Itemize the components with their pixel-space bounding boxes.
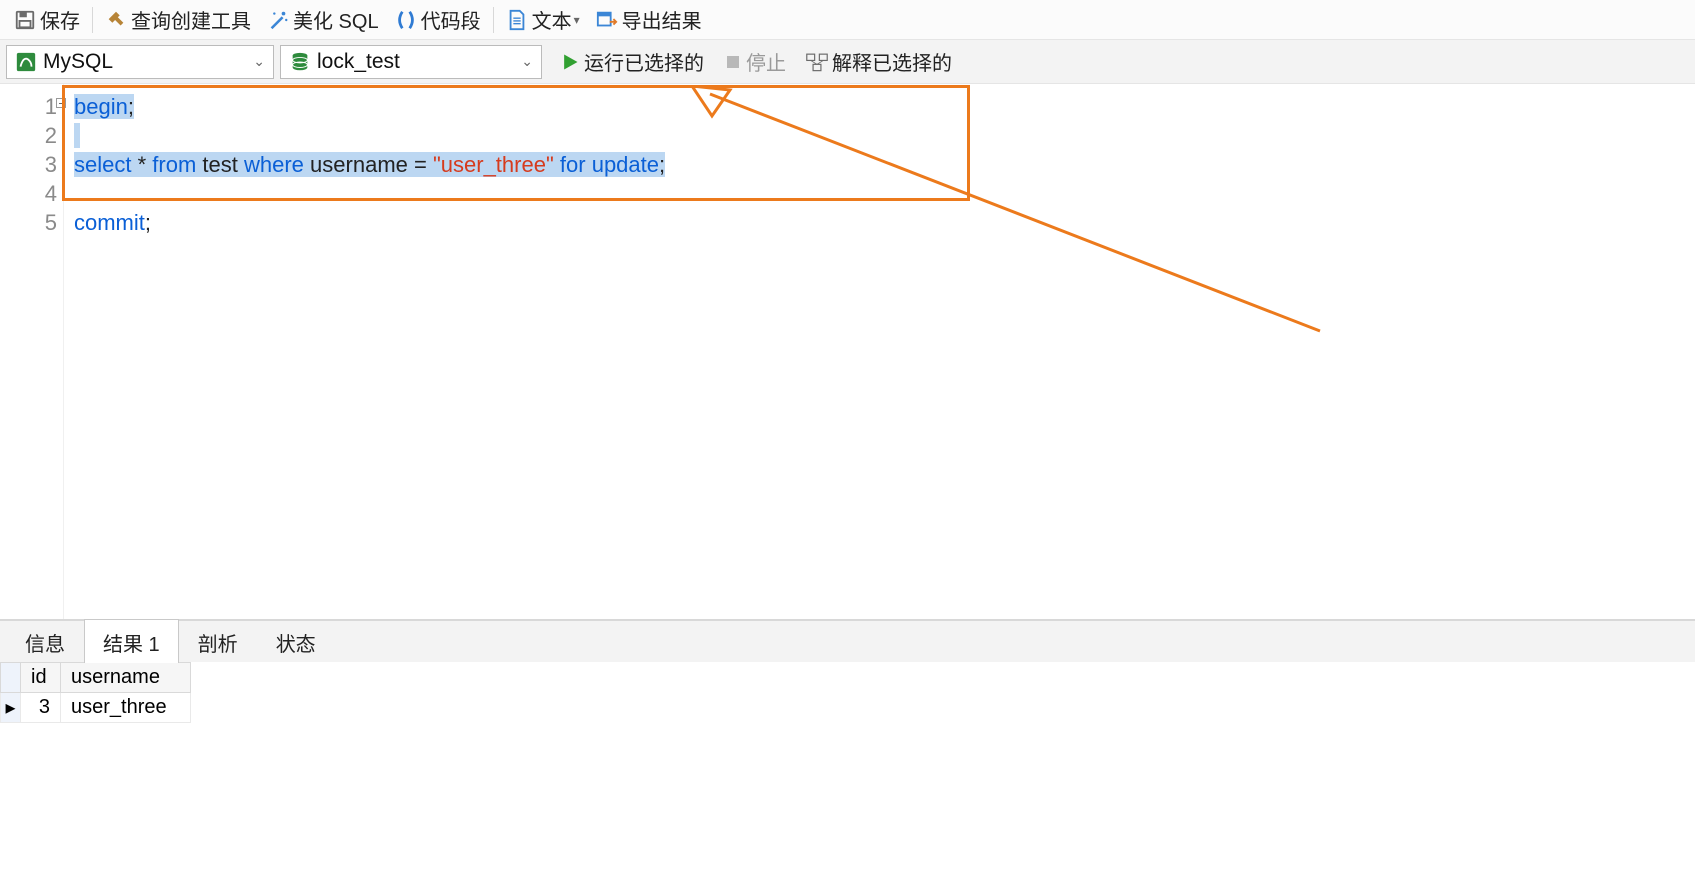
- line-number: 4: [45, 181, 57, 206]
- export-result-label: 导出结果: [622, 5, 702, 34]
- stop-button: 停止: [714, 45, 796, 79]
- database-select[interactable]: lock_test ⌄: [280, 45, 542, 79]
- ident-test: test: [202, 152, 237, 177]
- query-builder-button[interactable]: 查询创建工具: [97, 3, 259, 36]
- tab-status[interactable]: 状态: [257, 619, 335, 663]
- line-number: 3: [45, 152, 57, 177]
- connection-value: MySQL: [43, 50, 113, 74]
- code-line: begin;: [64, 92, 1695, 121]
- row-header-corner: [1, 663, 21, 693]
- text-button[interactable]: 文本 ▾: [498, 3, 588, 36]
- database-value: lock_test: [317, 50, 400, 74]
- kw-select: select: [74, 152, 131, 177]
- toolbar-secondary: MySQL ⌄ lock_test ⌄ 运行已选择的 停止 解释已选择的: [0, 40, 1695, 84]
- ident-username: username: [310, 152, 408, 177]
- tab-result-1[interactable]: 结果 1: [84, 619, 179, 663]
- result-panel: 信息 结果 1 剖析 状态 id username ▸ 3 user_three: [0, 619, 1695, 888]
- save-icon: [14, 9, 36, 31]
- token-star: *: [131, 152, 152, 177]
- code-line: commit;: [64, 208, 1695, 237]
- kw-commit: commit: [74, 210, 145, 235]
- caret-down-icon: ▾: [574, 13, 580, 27]
- export-table-icon: [596, 9, 618, 31]
- kw-update: update: [592, 152, 659, 177]
- cell-id[interactable]: 3: [21, 693, 61, 723]
- token-semi: ;: [145, 210, 151, 235]
- col-username[interactable]: username: [61, 663, 191, 693]
- grid-header-row: id username: [1, 663, 191, 693]
- separator: [92, 7, 93, 33]
- beautify-sql-label: 美化 SQL: [293, 5, 379, 34]
- separator: [493, 7, 494, 33]
- result-grid-container: id username ▸ 3 user_three: [0, 662, 1695, 888]
- code-line: select * from test where username = "use…: [64, 150, 1695, 179]
- code-snippet-label: 代码段: [421, 5, 481, 34]
- line-number: 5: [45, 210, 57, 235]
- grid-row[interactable]: ▸ 3 user_three: [1, 693, 191, 723]
- explain-icon: [806, 52, 828, 72]
- toolbar-primary: 保存 查询创建工具 美化 SQL 代码段 文本 ▾ 导出结果: [0, 0, 1695, 40]
- hammer-icon: [105, 9, 127, 31]
- beautify-sql-button[interactable]: 美化 SQL: [259, 3, 387, 36]
- parentheses-icon: [395, 9, 417, 31]
- connection-select[interactable]: MySQL ⌄: [6, 45, 274, 79]
- save-label: 保存: [40, 5, 80, 34]
- save-button[interactable]: 保存: [6, 3, 88, 36]
- token-eq: =: [408, 152, 433, 177]
- run-selected-label: 运行已选择的: [584, 47, 704, 76]
- sql-editor[interactable]: 1 2 3 4 5 begin; select * from test wher…: [0, 84, 1695, 619]
- code-line: [64, 121, 1695, 150]
- cell-username[interactable]: user_three: [61, 693, 191, 723]
- chevron-down-icon: ⌄: [253, 53, 265, 70]
- mysql-icon: [15, 51, 37, 73]
- kw-for: for: [560, 152, 586, 177]
- query-builder-label: 查询创建工具: [131, 5, 251, 34]
- kw-from: from: [152, 152, 196, 177]
- document-icon: [506, 9, 528, 31]
- result-tabs: 信息 结果 1 剖析 状态: [0, 620, 1695, 662]
- wand-icon: [267, 9, 289, 31]
- kw-where: where: [244, 152, 304, 177]
- token-semi: ;: [659, 152, 665, 177]
- result-grid[interactable]: id username ▸ 3 user_three: [0, 662, 191, 723]
- kw-begin: begin: [74, 94, 128, 119]
- chevron-down-icon: ⌄: [521, 53, 533, 70]
- line-gutter: 1 2 3 4 5: [0, 84, 64, 619]
- code-snippet-button[interactable]: 代码段: [387, 3, 489, 36]
- code-line: [64, 179, 1695, 208]
- row-marker: ▸: [1, 693, 21, 723]
- explain-selected-button[interactable]: 解释已选择的: [796, 45, 962, 79]
- code-area[interactable]: begin; select * from test where username…: [64, 84, 1695, 619]
- string-literal: "user_three": [433, 152, 554, 177]
- export-result-button[interactable]: 导出结果: [588, 3, 710, 36]
- stop-icon: [724, 53, 742, 71]
- tab-profile[interactable]: 剖析: [179, 619, 257, 663]
- token-semi: ;: [128, 94, 134, 119]
- tab-info[interactable]: 信息: [6, 619, 84, 663]
- database-icon: [289, 51, 311, 73]
- play-icon: [560, 52, 580, 72]
- col-id[interactable]: id: [21, 663, 61, 693]
- explain-selected-label: 解释已选择的: [832, 47, 952, 76]
- run-selected-button[interactable]: 运行已选择的: [550, 45, 714, 79]
- text-label: 文本: [532, 5, 572, 34]
- line-number: 2: [45, 123, 57, 148]
- stop-label: 停止: [746, 47, 786, 76]
